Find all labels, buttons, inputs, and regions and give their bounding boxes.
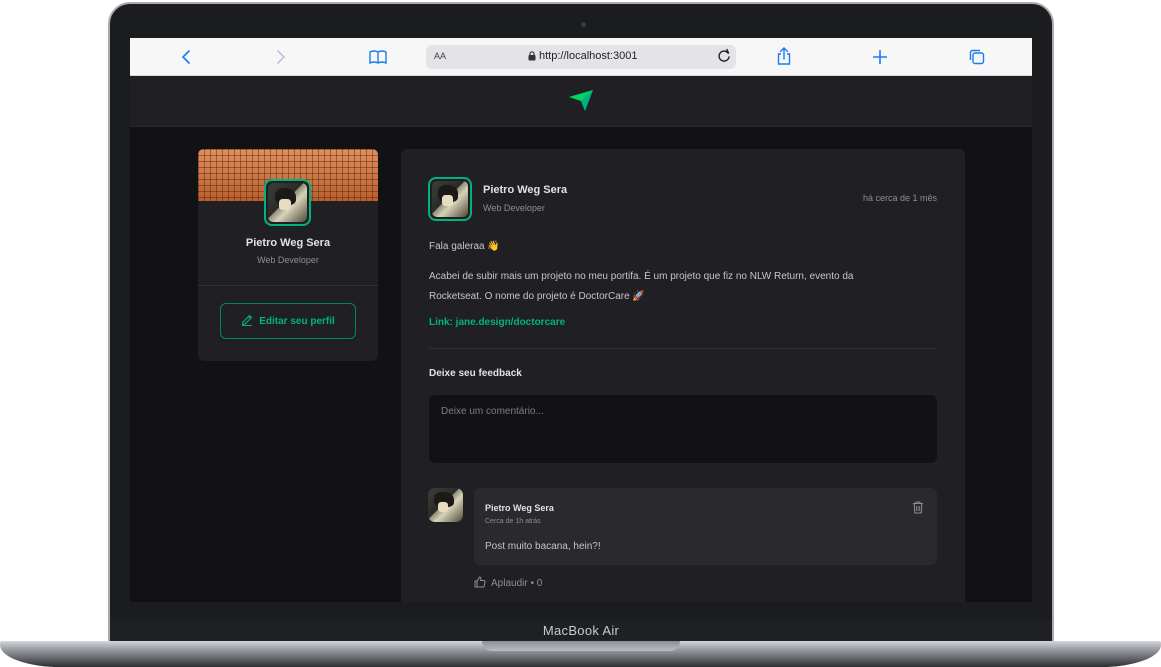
post-spacer (429, 257, 939, 267)
profile-sidebar: Pietro Weg Sera Web Developer Editar seu… (198, 149, 378, 361)
laptop-notch (482, 641, 680, 651)
profile-name: Pietro Weg Sera (245, 237, 331, 249)
comment-text: Post muito bacana, hein?! (485, 541, 601, 552)
post-paragraph-line-1: Acabei de subir mais um projeto no meu p… (429, 271, 854, 282)
camera (581, 22, 586, 27)
app-header (130, 76, 1032, 127)
comment-input[interactable] (429, 395, 937, 463)
avatar-image (268, 183, 307, 222)
reload-icon[interactable] (717, 48, 731, 67)
thumbs-up-icon (474, 576, 486, 591)
new-tab-icon[interactable] (870, 47, 890, 67)
url-field[interactable]: AA http://localhost:3001 (426, 45, 736, 69)
post-greeting: Fala galeraa 👋 (429, 241, 500, 252)
lock-icon (528, 51, 536, 64)
trash-icon[interactable] (911, 500, 925, 514)
browser-toolbar: AA http://localhost:3001 (130, 38, 1032, 76)
comment-author-avatar[interactable] (428, 488, 463, 522)
post-content: Fala galeraa 👋 Acabei de subir mais um p… (429, 237, 939, 333)
logo-icon[interactable] (568, 88, 594, 117)
comment-time: Cerca de 1h atrás (485, 518, 541, 525)
post-link[interactable]: Link: jane.design/doctorcare (429, 313, 939, 333)
edit-profile-label: Editar seu perfil (259, 315, 335, 327)
device-label: MacBook Air (542, 623, 620, 638)
comment-card: Pietro Weg Sera Cerca de 1h atrás Post m… (474, 488, 937, 565)
sidebar-divider (198, 285, 378, 286)
post-author-avatar[interactable] (428, 177, 472, 221)
edit-profile-button[interactable]: Editar seu perfil (220, 303, 356, 339)
pencil-icon (241, 314, 253, 329)
applaud-label: Aplaudir • 0 (491, 578, 543, 589)
post-author-role: Web Developer (483, 203, 545, 213)
applaud-button[interactable]: Aplaudir • 0 (474, 576, 542, 591)
laptop-bezel-bottom: MacBook Air (110, 619, 1052, 642)
url-text: http://localhost:3001 (539, 50, 638, 62)
post-divider (429, 348, 937, 349)
profile-avatar[interactable] (264, 179, 311, 226)
feedback-title: Deixe seu feedback (429, 368, 522, 379)
forward-icon[interactable] (271, 47, 291, 67)
tabs-icon[interactable] (967, 47, 987, 67)
share-icon[interactable] (774, 46, 794, 66)
screen: AA http://localhost:3001 Pietro Weg Sera… (130, 38, 1032, 602)
post-author-name: Pietro Weg Sera (483, 184, 568, 196)
avatar-image (428, 488, 463, 522)
post-card: Pietro Weg Sera Web Developer há cerca d… (401, 149, 965, 602)
profile-role: Web Developer (257, 255, 319, 265)
post-time: há cerca de 1 mês (862, 193, 937, 203)
back-icon[interactable] (176, 47, 196, 67)
comment-author-name: Pietro Weg Sera (485, 503, 554, 513)
post-paragraph-line-2: Rocketseat. O nome do projeto é DoctorCa… (429, 291, 645, 302)
bookmarks-icon[interactable] (368, 47, 388, 67)
text-size-button[interactable]: AA (434, 51, 446, 61)
avatar-image (432, 181, 468, 217)
